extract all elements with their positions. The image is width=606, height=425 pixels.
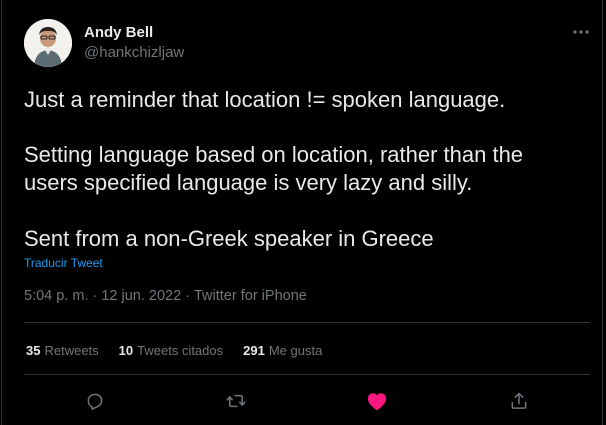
tweet-text-line: users specified language is very lazy an… xyxy=(24,170,473,195)
likes-label: Me gusta xyxy=(268,343,323,358)
reply-button[interactable] xyxy=(80,386,110,416)
more-dots-icon xyxy=(573,30,589,34)
divider xyxy=(24,374,590,375)
tweet-detail-panel: Andy Bell @hankchizljaw Just a reminder … xyxy=(1,0,603,425)
meta-separator: · xyxy=(185,288,190,304)
tweet-text-line: Sent from a non-Greek speaker in Greece xyxy=(24,226,434,251)
divider xyxy=(24,322,590,323)
quotes-count: 10 xyxy=(118,343,134,358)
tweet-meta: 5:04 p. m. · 12 jun. 2022 · Twitter for iPho… xyxy=(24,288,307,304)
heart-filled-icon xyxy=(367,393,387,411)
translate-tweet-link[interactable]: Traducir Tweet xyxy=(24,256,103,270)
meta-separator: · xyxy=(92,288,98,304)
reply-icon xyxy=(87,393,103,410)
avatar[interactable] xyxy=(24,19,72,67)
avatar-image xyxy=(24,19,72,67)
retweets-count: 35 xyxy=(26,343,41,358)
tweet-source[interactable]: Twitter for iPhone xyxy=(194,288,307,304)
retweet-icon xyxy=(226,394,246,408)
more-options-button[interactable] xyxy=(565,20,597,44)
tweet-stats: 35 Retweets 10 Tweets citados 291 Me gusta xyxy=(26,343,342,358)
share-button[interactable] xyxy=(504,386,534,416)
retweets-label: Retweets xyxy=(44,343,99,358)
quotes-label: Tweets citados xyxy=(137,343,224,358)
quote-tweets-stat[interactable]: 10 Tweets citados xyxy=(119,343,223,358)
likes-count: 291 xyxy=(243,343,265,358)
tweet-text-line: Setting language based on location, rath… xyxy=(24,142,524,167)
retweet-button[interactable] xyxy=(221,386,251,416)
author-handle[interactable]: @hankchizljaw xyxy=(84,44,184,61)
author-name[interactable]: Andy Bell xyxy=(84,24,153,41)
retweets-stat[interactable]: 35 Retweets xyxy=(26,343,99,358)
tweet-date[interactable]: 12 jun. 2022 xyxy=(101,288,181,304)
like-button[interactable] xyxy=(362,386,392,416)
tweet-time[interactable]: 5:04 p. m. xyxy=(24,288,88,304)
likes-stat[interactable]: 291 Me gusta xyxy=(243,343,322,358)
share-icon xyxy=(511,392,527,409)
tweet-text-line: Just a reminder that location != spoken … xyxy=(24,87,506,112)
